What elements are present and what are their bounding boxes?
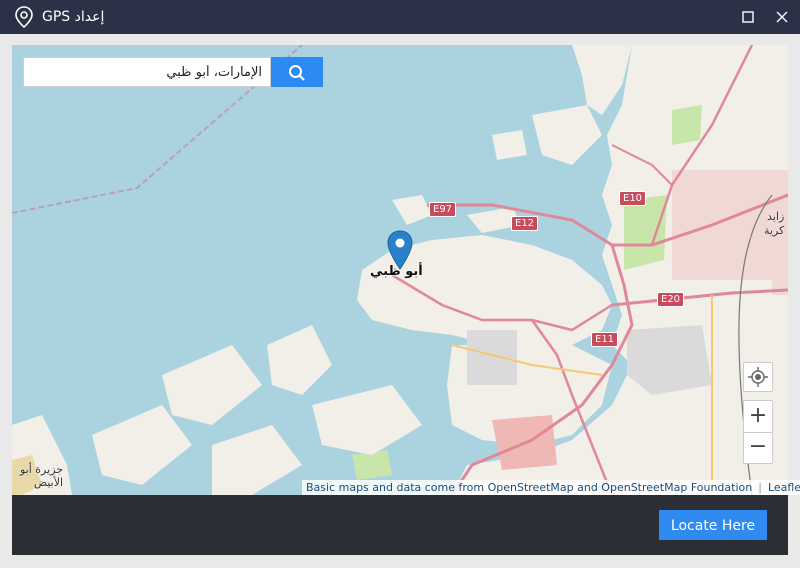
zoom-control: + − bbox=[743, 400, 773, 464]
window-title: إعداد GPS bbox=[42, 9, 105, 25]
locate-me-control[interactable] bbox=[743, 362, 773, 392]
map-label-east: زايد كرية bbox=[764, 210, 784, 238]
road-shield-e12: E12 bbox=[511, 216, 539, 231]
map-label-island-line2: الأبيض bbox=[33, 476, 64, 489]
search-input[interactable] bbox=[24, 58, 270, 86]
map-marker-icon[interactable] bbox=[387, 230, 413, 270]
road-shield-e20: E20 bbox=[657, 292, 685, 307]
road-shield-e10: E10 bbox=[619, 191, 647, 206]
zoom-out-button[interactable]: − bbox=[744, 433, 772, 463]
leaflet-link[interactable]: Leaflet bbox=[768, 481, 800, 494]
location-pin-icon bbox=[15, 6, 33, 28]
map-label-island: جزيرة أبو الأبيض bbox=[20, 463, 63, 489]
zoom-in-button[interactable]: + bbox=[744, 401, 772, 433]
search-icon bbox=[289, 65, 305, 81]
map-label-east-line2: كرية bbox=[764, 224, 785, 237]
map-attribution: Basic maps and data come from OpenStreet… bbox=[302, 480, 800, 495]
attribution-separator: | bbox=[758, 481, 762, 494]
search-button[interactable] bbox=[271, 57, 323, 87]
maximize-icon[interactable] bbox=[737, 6, 759, 28]
map-label-island-line1: جزيرة أبو bbox=[20, 463, 64, 476]
crosshair-icon bbox=[748, 367, 768, 387]
search-field[interactable] bbox=[23, 57, 271, 87]
locate-here-button[interactable]: Locate Here bbox=[659, 510, 767, 540]
road-shield-e11: E11 bbox=[591, 332, 619, 347]
title-bar: إعداد GPS bbox=[0, 0, 800, 34]
road-shield-e97: E97 bbox=[429, 202, 457, 217]
attribution-text: Basic maps and data come from OpenStreet… bbox=[306, 481, 753, 494]
map-label-east-line1: زايد bbox=[767, 210, 785, 223]
close-icon[interactable] bbox=[771, 6, 793, 28]
